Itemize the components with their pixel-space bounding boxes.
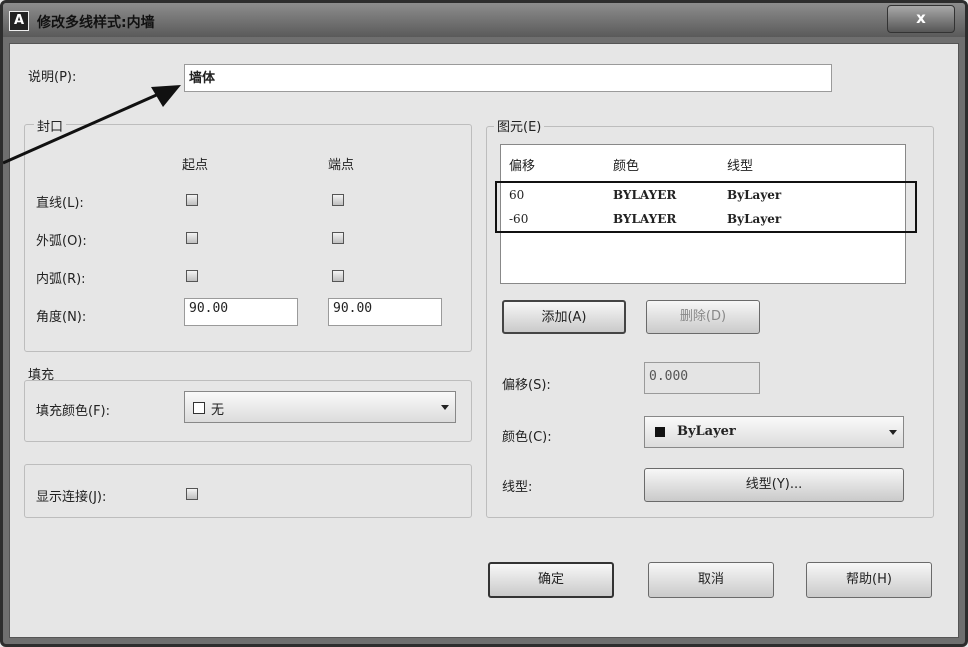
add-button[interactable]: 添加(A)	[502, 300, 626, 334]
fill-color-value: 无	[211, 403, 225, 418]
description-label: 说明(P):	[28, 70, 77, 85]
fill-color-dropdown[interactable]: 无	[184, 391, 456, 423]
header-color: 颜色	[613, 159, 640, 174]
color-value: ByLayer	[677, 424, 736, 439]
caps-angle-start-input[interactable]: 90.00	[184, 298, 298, 326]
caps-outer-arc-label: 外弧(O):	[36, 234, 87, 249]
caps-line-label: 直线(L):	[36, 196, 84, 211]
offset-label: 偏移(S):	[502, 378, 551, 393]
caps-angle-end-input[interactable]: 90.00	[328, 298, 442, 326]
show-joints-checkbox[interactable]	[186, 488, 198, 500]
cancel-button[interactable]: 取消	[648, 562, 774, 598]
header-linetype: 线型	[727, 159, 754, 174]
dialog-body: 说明(P): 墙体 封口 起点 端点 直线(L): 外弧(O): 内弧(R): …	[9, 43, 959, 638]
autocad-app-icon: A	[9, 11, 29, 31]
row-offset: -60	[509, 212, 529, 226]
caps-angle-label: 角度(N):	[36, 310, 87, 325]
caps-line-end-checkbox[interactable]	[332, 194, 344, 206]
ok-button[interactable]: 确定	[488, 562, 614, 598]
row-color: BYLAYER	[613, 188, 677, 202]
caps-line-start-checkbox[interactable]	[186, 194, 198, 206]
caps-inner-arc-end-checkbox[interactable]	[332, 270, 344, 282]
dialog-window: A 修改多线样式:内墙 x 说明(P): 墙体 封口 起点 端点 直线(L): …	[0, 0, 968, 647]
row-color: BYLAYER	[613, 212, 677, 226]
title-bar[interactable]: A 修改多线样式:内墙 x	[3, 3, 965, 37]
fill-color-swatch	[193, 402, 205, 414]
delete-button[interactable]: 删除(D)	[646, 300, 760, 334]
color-dropdown[interactable]: ByLayer	[644, 416, 904, 448]
elements-table: 60 BYLAYER ByLayer -60 BYLAYER ByLayer	[509, 183, 781, 231]
description-input[interactable]: 墙体	[184, 64, 832, 92]
linetype-button[interactable]: 线型(Y)...	[644, 468, 904, 502]
show-joints-label: 显示连接(J):	[36, 490, 107, 505]
caps-outer-arc-end-checkbox[interactable]	[332, 232, 344, 244]
caps-inner-arc-label: 内弧(R):	[36, 272, 86, 287]
color-label: 颜色(C):	[502, 430, 552, 445]
caps-inner-arc-start-checkbox[interactable]	[186, 270, 198, 282]
chevron-down-icon	[889, 430, 897, 435]
row-offset: 60	[509, 188, 525, 202]
window-title: 修改多线样式:内墙	[37, 15, 155, 31]
table-row[interactable]: 60 BYLAYER ByLayer	[509, 183, 781, 207]
linetype-label: 线型:	[502, 480, 533, 495]
color-swatch	[655, 427, 665, 437]
caps-start-header: 起点	[182, 158, 209, 173]
table-row[interactable]: -60 BYLAYER ByLayer	[509, 207, 781, 231]
header-offset: 偏移	[509, 159, 536, 174]
close-button[interactable]: x	[887, 5, 955, 33]
elements-list[interactable]: 偏移 颜色 线型 60 BYLAYER ByLayer -60 BYLAYER …	[495, 144, 917, 284]
caps-end-header: 端点	[328, 158, 355, 173]
help-button[interactable]: 帮助(H)	[806, 562, 932, 598]
row-linetype: ByLayer	[727, 188, 782, 202]
fill-color-label: 填充颜色(F):	[36, 404, 111, 419]
chevron-down-icon	[441, 405, 449, 410]
elements-group-title: 图元(E)	[494, 116, 545, 135]
offset-input[interactable]: 0.000	[644, 362, 760, 394]
caps-group-title: 封口	[34, 116, 67, 135]
row-linetype: ByLayer	[727, 212, 782, 226]
caps-outer-arc-start-checkbox[interactable]	[186, 232, 198, 244]
